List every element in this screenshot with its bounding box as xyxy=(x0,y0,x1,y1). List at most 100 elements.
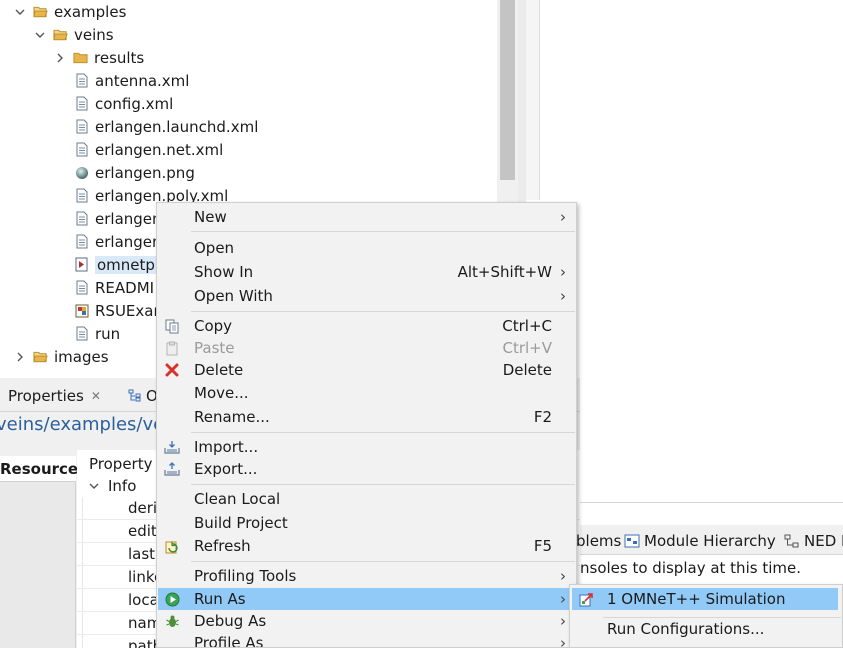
run-icon xyxy=(164,591,180,607)
tab-outline[interactable]: O xyxy=(128,384,158,408)
menu-separator xyxy=(191,311,575,312)
menu-item-label: Debug As xyxy=(194,612,267,630)
menu-item-label: Profiling Tools xyxy=(194,567,297,585)
refresh-icon xyxy=(164,538,180,554)
tree-item-file[interactable]: antenna.xml xyxy=(74,69,189,92)
tree-item-label: erlangen.launchd.xml xyxy=(95,117,259,136)
menu-item-label: Copy xyxy=(194,317,233,335)
ini-file-icon xyxy=(74,257,89,272)
import-icon xyxy=(164,439,180,455)
tree-item-label: erlangen xyxy=(95,232,162,251)
tree-item-results[interactable]: results xyxy=(54,46,144,69)
menu-item-build-project[interactable]: Build Project xyxy=(158,512,575,534)
column-header-property[interactable]: Property xyxy=(89,455,152,473)
xml-file-icon xyxy=(74,96,89,111)
delete-icon xyxy=(164,362,180,378)
ned-inheritance-icon xyxy=(784,534,800,548)
properties-side-tabs: Resource xyxy=(0,456,78,648)
menu-item-export[interactable]: Export... xyxy=(158,458,575,480)
ned-file-icon xyxy=(74,303,89,318)
tree-item-file[interactable]: config.xml xyxy=(74,92,173,115)
tab-label: Module Hierarchy xyxy=(644,532,776,550)
folder-open-icon xyxy=(33,349,48,364)
tab-properties[interactable]: Properties ✕ xyxy=(0,384,101,408)
menu-item-run-configurations[interactable]: Run Configurations... xyxy=(572,618,838,640)
xml-file-icon xyxy=(74,119,89,134)
xml-file-icon xyxy=(74,142,89,157)
paste-icon xyxy=(164,340,180,356)
menu-item-label: Delete xyxy=(194,361,244,379)
tab-label: blems xyxy=(576,532,622,550)
tree-item-examples[interactable]: examples xyxy=(14,0,126,23)
menu-item-label: Open xyxy=(194,239,235,257)
chevron-right-icon[interactable] xyxy=(54,52,66,64)
menu-item-paste[interactable]: Paste Ctrl+V xyxy=(158,337,575,359)
menu-item-import[interactable]: Import... xyxy=(158,436,575,458)
tree-item-file[interactable]: erlangen xyxy=(74,207,162,230)
xml-file-icon xyxy=(74,188,89,203)
menu-item-label: Run As xyxy=(194,590,246,608)
menu-item-copy[interactable]: Copy Ctrl+C xyxy=(158,315,575,337)
tree-item-images[interactable]: images xyxy=(14,345,109,368)
tree-item-file[interactable]: erlangen.net.xml xyxy=(74,138,223,161)
tree-item-label: examples xyxy=(54,2,127,21)
folder-open-icon xyxy=(33,4,48,19)
menu-item-refresh[interactable]: Refresh F5 xyxy=(158,535,575,557)
menu-item-rename[interactable]: Rename... F2 xyxy=(158,406,575,428)
property-name: loca xyxy=(128,591,159,609)
menu-item-omnet-simulation[interactable]: 1 OMNeT++ Simulation xyxy=(572,588,838,610)
console-tab-bar: blems Module Hierarchy NED I xyxy=(576,525,843,555)
tab-module-hierarchy[interactable]: Module Hierarchy xyxy=(624,530,776,552)
menu-separator xyxy=(191,231,575,232)
menu-item-profile-as[interactable]: Profile As › xyxy=(158,632,575,648)
tree-item-file[interactable]: run xyxy=(74,322,120,345)
folder-icon xyxy=(73,50,88,65)
tree-item-label: run xyxy=(95,324,121,343)
editor-area-edge xyxy=(526,0,540,200)
menu-item-run-as[interactable]: Run As › xyxy=(158,588,575,610)
tree-item-label: READMI xyxy=(95,278,155,297)
tab-label: Properties xyxy=(8,387,84,405)
menu-item-move[interactable]: Move... xyxy=(158,382,575,404)
menu-item-open[interactable]: Open xyxy=(158,237,575,259)
menu-item-label: New xyxy=(194,208,227,226)
image-file-icon xyxy=(74,165,89,180)
menu-item-label: Move... xyxy=(194,384,249,402)
tree-item-veins[interactable]: veins xyxy=(34,23,114,46)
tab-ned-inheritance[interactable]: NED I xyxy=(784,530,843,552)
menu-item-open-with[interactable]: Open With › xyxy=(158,285,575,307)
tree-item-label: results xyxy=(94,48,145,67)
context-menu: New › Open Show In Alt+Shift+W › Open Wi… xyxy=(156,202,577,648)
close-icon[interactable]: ✕ xyxy=(91,389,101,403)
tab-problems[interactable]: blems xyxy=(576,530,621,552)
chevron-down-icon[interactable] xyxy=(89,481,99,491)
menu-item-new[interactable]: New › xyxy=(158,206,575,228)
chevron-right-icon[interactable] xyxy=(14,351,26,363)
tree-item-file[interactable]: erlangen xyxy=(74,230,162,253)
chevron-down-icon[interactable] xyxy=(34,29,46,41)
menu-item-label: Refresh xyxy=(194,537,251,555)
tree-item-label: config.xml xyxy=(95,94,174,113)
chevron-down-icon[interactable] xyxy=(14,6,26,18)
module-hierarchy-icon xyxy=(624,534,640,548)
debug-icon xyxy=(164,613,180,629)
tree-item-label: veins xyxy=(74,25,114,44)
copy-icon xyxy=(164,318,180,334)
menu-item-clean-local[interactable]: Clean Local xyxy=(158,488,575,510)
tree-item-file[interactable]: RSUExam xyxy=(74,299,168,322)
submenu-arrow-icon: › xyxy=(560,634,566,648)
menu-item-label: Paste xyxy=(194,339,235,357)
tree-item-file-selected[interactable]: omnetpp xyxy=(70,253,167,276)
tab-resource[interactable]: Resource xyxy=(0,456,78,482)
submenu-arrow-icon: › xyxy=(560,567,566,585)
menu-item-debug-as[interactable]: Debug As › xyxy=(158,610,575,632)
menu-item-profiling-tools[interactable]: Profiling Tools › xyxy=(158,565,575,587)
tree-item-file[interactable]: erlangen.png xyxy=(74,161,195,184)
tree-scrollbar-thumb[interactable] xyxy=(500,0,515,180)
menu-item-shortcut: Ctrl+V xyxy=(502,339,552,357)
menu-item-label: Open With xyxy=(194,287,273,305)
menu-item-show-in[interactable]: Show In Alt+Shift+W › xyxy=(158,261,575,283)
tree-item-file[interactable]: erlangen.launchd.xml xyxy=(74,115,258,138)
menu-item-delete[interactable]: Delete Delete xyxy=(158,359,575,381)
tree-item-file[interactable]: READMI xyxy=(74,276,154,299)
